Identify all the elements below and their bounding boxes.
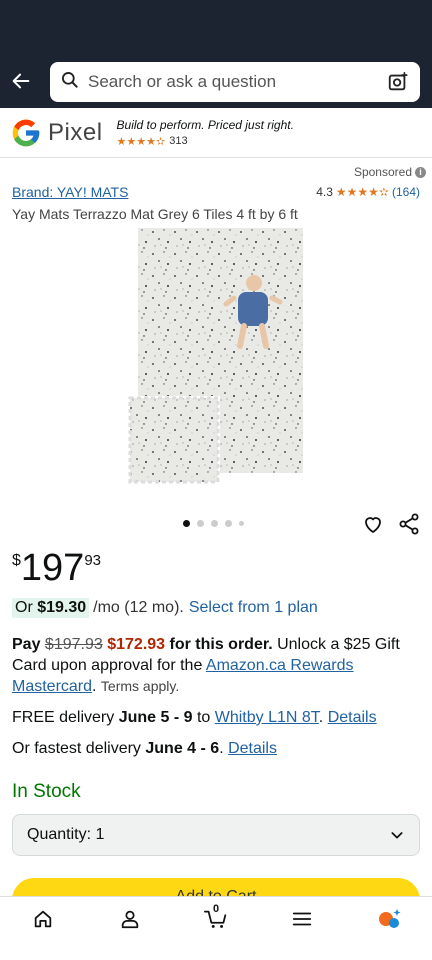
google-logo-icon: [12, 119, 40, 146]
free-delivery-info: FREE delivery June 5 - 9 to Whitby L1N 8…: [12, 709, 377, 726]
wishlist-heart-icon[interactable]: [360, 512, 386, 536]
delivery-location-link[interactable]: Whitby L1N 8T: [215, 709, 319, 726]
brand-link[interactable]: Brand: YAY! MATS: [12, 184, 128, 200]
rating-value: 4.3: [316, 185, 333, 199]
quantity-select[interactable]: Quantity: 1: [12, 814, 420, 856]
monthly-amount-badge: Or $19.30: [12, 598, 90, 618]
product-rating[interactable]: 4.3 ★★★★✫ (164): [316, 185, 420, 199]
back-arrow-icon[interactable]: [6, 66, 36, 96]
old-price: $197.93: [44, 636, 103, 653]
carousel-dot[interactable]: [197, 520, 204, 527]
product-price: $ 197 93: [12, 546, 101, 590]
carousel-dot[interactable]: [239, 521, 244, 526]
select-plan-link[interactable]: Select from 1 plan: [189, 599, 318, 617]
carousel-dot[interactable]: [225, 520, 232, 527]
info-icon[interactable]: i: [415, 166, 426, 178]
fastest-delivery-dates: June 4 - 6: [145, 740, 220, 757]
nav-menu[interactable]: [282, 901, 322, 937]
share-icon[interactable]: [396, 512, 422, 536]
nav-account[interactable]: [110, 901, 150, 937]
stock-status: In Stock: [12, 781, 81, 802]
sponsored-label[interactable]: Sponsored i: [354, 165, 426, 179]
free-delivery-label: FREE delivery: [12, 709, 119, 726]
ad-tagline: Build to perform. Priced just right.: [116, 117, 294, 132]
gift-for-order: for this order.: [165, 636, 273, 653]
fastest-delivery-info: Or fastest delivery June 4 - 6. Details: [12, 740, 420, 758]
ad-review-count: 313: [169, 135, 188, 147]
product-title: Yay Mats Terrazzo Mat Grey 6 Tiles 4 ft …: [12, 206, 298, 222]
review-count: (164): [391, 185, 420, 199]
discounted-price: $172.93: [107, 636, 166, 653]
carousel-dot[interactable]: [211, 520, 218, 527]
menu-icon: [293, 912, 312, 925]
nav-cart[interactable]: 0: [196, 901, 236, 937]
gift-card-offer: Pay $197.93 $172.93 for this order. Unlo…: [12, 636, 400, 695]
price-fraction: 93: [84, 552, 101, 569]
quantity-label: Quantity: 1: [27, 826, 105, 843]
sponsored-text: Sponsored: [353, 165, 412, 179]
search-icon: [60, 70, 80, 95]
image-carousel-dots[interactable]: [183, 520, 244, 527]
gift-pay-label: Pay: [12, 636, 45, 653]
fastest-delivery-label: Or fastest delivery: [12, 740, 146, 757]
system-nav-strip: [0, 940, 432, 960]
cart-count: 0: [212, 902, 220, 915]
search-header: Search or ask a question: [0, 56, 432, 108]
pixel-brand-text: Pixel: [48, 118, 103, 146]
monthly-amount: $19.30: [37, 599, 87, 616]
bottom-nav: 0: [0, 896, 432, 940]
carousel-dot[interactable]: [183, 520, 190, 527]
camera-search-icon[interactable]: [386, 70, 410, 94]
rufus-icon: [378, 908, 401, 928]
terms-text: Terms apply.: [100, 678, 180, 694]
search-placeholder: Search or ask a question: [88, 72, 277, 91]
price-whole: 197: [20, 547, 85, 589]
monthly-term: /mo (12 mo).: [93, 599, 184, 616]
fastest-sep: .: [219, 740, 229, 757]
monthly-prefix: Or: [15, 599, 38, 616]
nav-rufus[interactable]: [369, 901, 409, 937]
home-icon: [34, 910, 52, 927]
delivery-details-link[interactable]: Details: [328, 709, 377, 726]
nav-home[interactable]: [23, 901, 63, 937]
product-image[interactable]: [128, 228, 304, 486]
status-bar: [0, 0, 432, 56]
price-currency: $: [12, 552, 21, 569]
ad-star-rating: ★★★★✫: [116, 135, 166, 148]
star-rating-icon: ★★★★✫: [335, 185, 389, 199]
chevron-down-icon: [391, 832, 403, 839]
account-icon: [121, 910, 138, 928]
free-delivery-dates: June 5 - 9: [118, 709, 193, 726]
search-input[interactable]: Search or ask a question: [50, 62, 420, 102]
fastest-details-link[interactable]: Details: [228, 740, 277, 757]
monthly-payment: Or $19.30 /mo (12 mo). Select from 1 pla…: [12, 598, 318, 618]
delivery-to: to: [192, 709, 215, 726]
pixel-ad-banner[interactable]: Pixel Build to perform. Priced just righ…: [0, 108, 432, 158]
